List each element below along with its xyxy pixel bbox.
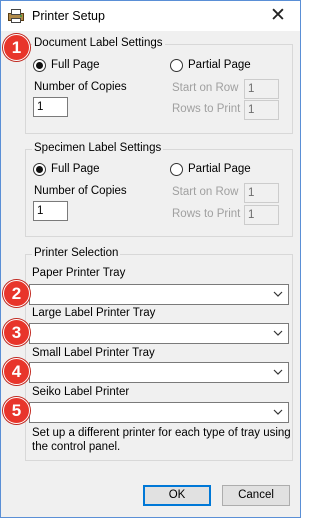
document-copies-label: Number of Copies: [34, 81, 127, 93]
chevron-down-icon: [273, 291, 283, 297]
specimen-start-row-label: Start on Row: [172, 186, 239, 198]
ok-button[interactable]: OK: [143, 485, 211, 506]
specimen-copies-label: Number of Copies: [34, 185, 127, 197]
group-title: Specimen Label Settings: [32, 142, 164, 154]
callout-badge-2: 2: [3, 280, 30, 307]
callout-badge-3: 3: [3, 319, 30, 346]
specimen-full-page-radio[interactable]: [33, 163, 46, 176]
large-label-printer-tray-select[interactable]: [29, 323, 289, 344]
specimen-partial-page-radio[interactable]: [170, 163, 183, 176]
title-bar[interactable]: Printer Setup ✕: [1, 1, 300, 31]
document-partial-page-label[interactable]: Partial Page: [188, 59, 251, 71]
printer-setup-window: Printer Setup ✕ Document Label Settings …: [0, 0, 301, 518]
paper-printer-tray-label: Paper Printer Tray: [32, 267, 126, 279]
group-title: Printer Selection: [32, 247, 121, 259]
printer-help-text-line1: Set up a different printer for each type…: [32, 427, 291, 439]
callout-badge-4: 4: [3, 358, 30, 385]
specimen-rows-to-print-input[interactable]: 1: [244, 205, 279, 225]
specimen-full-page-label[interactable]: Full Page: [51, 163, 100, 175]
document-partial-page-radio[interactable]: [170, 59, 183, 72]
specimen-copies-input[interactable]: 1: [33, 201, 68, 221]
document-rows-to-print-label: Rows to Print: [172, 103, 241, 115]
close-icon: ✕: [270, 5, 286, 26]
window-title: Printer Setup: [32, 9, 105, 23]
specimen-partial-page-label[interactable]: Partial Page: [188, 163, 251, 175]
callout-badge-1: 1: [3, 34, 30, 61]
large-label-printer-tray-label: Large Label Printer Tray: [32, 307, 156, 319]
chevron-down-icon: [273, 369, 283, 375]
specimen-rows-to-print-label: Rows to Print: [172, 208, 241, 220]
paper-printer-tray-select[interactable]: [29, 284, 289, 305]
chevron-down-icon: [273, 409, 283, 415]
document-start-row-label: Start on Row: [172, 82, 239, 94]
document-full-page-radio[interactable]: [33, 59, 46, 72]
document-start-row-input[interactable]: 1: [244, 79, 279, 99]
callout-badge-5: 5: [3, 397, 30, 424]
printer-help-text-line2: the control panel.: [32, 441, 121, 453]
specimen-start-row-input[interactable]: 1: [244, 183, 279, 203]
document-copies-input[interactable]: 1: [33, 97, 68, 117]
small-label-printer-tray-select[interactable]: [29, 362, 289, 383]
seiko-label-printer-select[interactable]: [29, 402, 289, 423]
seiko-label-printer-label: Seiko Label Printer: [32, 386, 130, 398]
document-rows-to-print-input[interactable]: 1: [244, 100, 279, 120]
cancel-button[interactable]: Cancel: [222, 485, 290, 506]
printer-app-icon: [8, 9, 24, 23]
chevron-down-icon: [273, 330, 283, 336]
small-label-printer-tray-label: Small Label Printer Tray: [32, 347, 155, 359]
group-title: Document Label Settings: [32, 37, 165, 49]
document-full-page-label[interactable]: Full Page: [51, 59, 100, 71]
close-button[interactable]: ✕: [261, 4, 295, 28]
